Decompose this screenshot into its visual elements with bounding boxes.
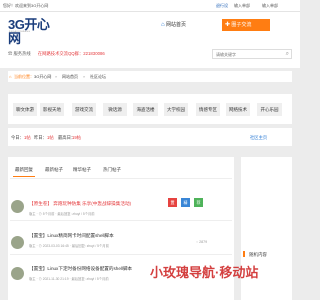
phone-icon: ☎ (8, 51, 13, 56)
divider (10, 220, 232, 221)
avatar[interactable] (11, 236, 24, 249)
breadcrumb-label: 当前位置： (14, 74, 34, 79)
nav-home-label: 网站首页 (166, 22, 187, 28)
welcome-text: 您好！欢迎来到3G开心网 (3, 3, 49, 8)
feed-tab[interactable]: 最新回复 (15, 167, 33, 173)
breadcrumb-item[interactable]: 社区论坛 (90, 74, 106, 80)
breadcrumb-item[interactable]: 网站首页 (62, 74, 78, 80)
hotline: ☎ 服务热线 在网路技术交流QQ群：221830086 (8, 51, 105, 57)
yesterday-value: 1帖 (47, 135, 54, 140)
post-title[interactable]: 【置宝】Linux精简网卡时间配置shell脚本 (29, 233, 114, 239)
tag-item[interactable]: 网络技术 (226, 103, 250, 116)
divider (10, 178, 232, 179)
nav-forum-label: 圈子交流 (231, 22, 252, 28)
max-value: 19帖 (72, 135, 82, 140)
recommend-badge: 荐 (194, 198, 203, 207)
breadcrumb-separator: » (55, 74, 58, 79)
topbar-link[interactable]: 退行设 (216, 3, 228, 9)
heading-marker (243, 251, 245, 257)
forum-stats: 今日： 1帖 昨日： 1帖 最高日： 19帖 社区主页 (8, 128, 292, 146)
feed-tab[interactable]: 热门帖子 (103, 167, 121, 173)
feed-tab[interactable]: 最新帖子 (45, 167, 63, 173)
home-icon: ⌂ (161, 22, 165, 28)
tag-item[interactable]: 海盗活楼 (133, 103, 158, 116)
sticky-badge: 置 (168, 198, 177, 207)
today-label: 今日： (11, 135, 24, 140)
location-icon: ⌂ (9, 74, 12, 79)
top-bar: 您好！欢迎来到3G开心网 退行设 输入单部 输入单部 (0, 0, 300, 12)
tag-item[interactable]: 开心乐园 (257, 103, 282, 116)
tag-item[interactable]: 影视天地 (40, 103, 64, 116)
search-input[interactable] (213, 50, 291, 58)
topbar-link[interactable]: 输入单部 (234, 3, 250, 9)
today-value: 1帖 (24, 135, 31, 140)
active-tab-indicator (13, 176, 35, 177)
tag-item[interactable]: 游戏交流 (72, 103, 96, 116)
tag-item[interactable]: 大学校园 (164, 103, 188, 116)
reply-count-value: 2879 (199, 240, 208, 244)
tag-item[interactable]: 情感专区 (196, 103, 220, 116)
breadcrumb: ⌂ 当前位置： 3G开心网 » 网站首页 » 社区论坛 (8, 71, 292, 82)
post-meta: 版主 · ⊙ 5个月前 · 最后回复: zhuyi / 5个月前 (29, 212, 95, 216)
breadcrumb-separator: » (83, 74, 86, 79)
breadcrumb-item[interactable]: 3G开心网 (34, 74, 51, 80)
search-icon[interactable]: ⌕ (286, 51, 289, 58)
comment-icon: ◌ (196, 240, 199, 244)
feed-tab[interactable]: 精华帖子 (73, 167, 91, 173)
watermark: 小玫瑰导航·移动站 (150, 265, 259, 280)
logo-subtitle: 3GKAIXINWANG (9, 31, 31, 33)
reply-count: ◌ 2879 (196, 240, 207, 244)
nav-forum-button[interactable]: ✚ 圈子交流 (222, 19, 270, 31)
forum-icon: ✚ (225, 22, 231, 28)
site-logo[interactable]: 3G开心网 3GKAIXINWANG (8, 18, 54, 46)
avatar[interactable] (11, 267, 24, 280)
hotline-label: 服务热线 (13, 51, 31, 56)
post-title[interactable]: 【置宝】Linux下定时备份网络设备配置的shell脚本 (29, 266, 132, 272)
divider (10, 254, 232, 255)
topbar-link[interactable]: 输入单部 (262, 3, 278, 9)
community-home-link[interactable]: 社区主页 (250, 135, 267, 141)
tag-item[interactable]: 聊文体游 (13, 103, 37, 116)
nav-home-button[interactable]: ⌂ 网站首页 (158, 19, 189, 31)
tag-item[interactable]: 微话源 (103, 103, 127, 116)
post-title[interactable]: 【原生卷】 奔跑玩种防集 乐享(中轰战辞操集活动) (29, 201, 131, 207)
post-meta: 版主 · ⊙ 2021-11-30 21:19 · 最后回复: zhuyi / … (29, 277, 109, 281)
sidebar-heading: 随机内容 (249, 252, 267, 257)
yesterday-label: 昨日： (34, 135, 47, 140)
featured-badge: 精 (181, 198, 190, 207)
search-box: ⌕ (212, 49, 292, 59)
hotline-value: 在网路技术交流QQ群：221830086 (37, 51, 105, 56)
post-meta: 版主 · ⊙ 2023-03-03 16:45 · 最后回复: zhuyi / … (29, 244, 109, 248)
avatar[interactable] (11, 200, 24, 213)
